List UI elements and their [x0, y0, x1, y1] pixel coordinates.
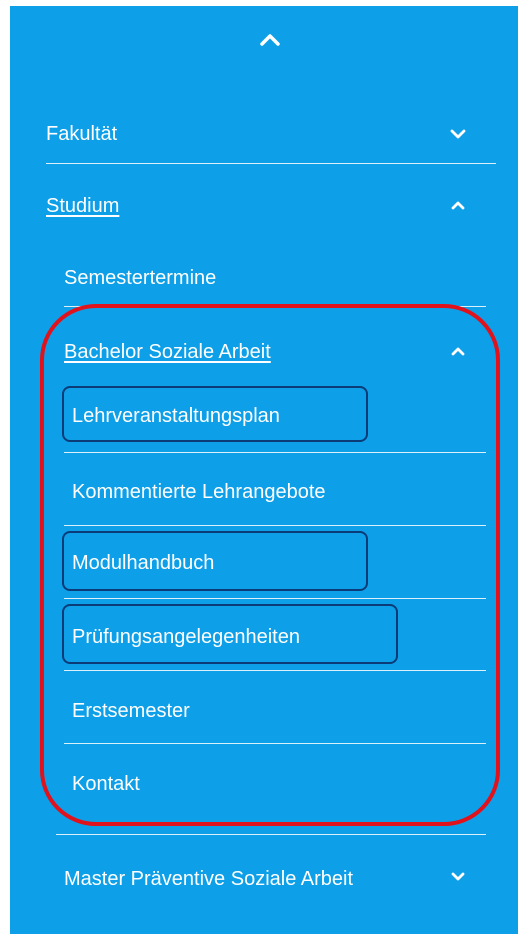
chevron-down-icon[interactable]: [446, 122, 470, 146]
chevron-up-icon: [260, 34, 280, 46]
mobile-nav-panel: Fakultät Studium Semestertermine Bachelo…: [10, 6, 518, 934]
nav-item-label: Fakultät: [46, 123, 118, 145]
nav-item-studium[interactable]: Studium: [46, 186, 496, 226]
highlight-outline: [40, 304, 500, 826]
nav-item-semestertermine[interactable]: Semestertermine: [64, 258, 484, 298]
chevron-down-icon[interactable]: [446, 864, 470, 888]
nav-item-fakultaet[interactable]: Fakultät: [46, 114, 496, 154]
collapse-menu-button[interactable]: [258, 28, 282, 52]
divider: [56, 834, 486, 835]
nav-item-label: Semestertermine: [64, 267, 217, 289]
nav-item-label[interactable]: Studium: [46, 194, 119, 218]
nav-item-master-praeventive-soziale-arbeit[interactable]: Master Präventive Soziale Arbeit: [64, 858, 484, 924]
nav-item-label: Master Präventive Soziale Arbeit: [64, 868, 354, 890]
divider: [46, 163, 496, 164]
chevron-up-icon[interactable]: [446, 194, 470, 218]
